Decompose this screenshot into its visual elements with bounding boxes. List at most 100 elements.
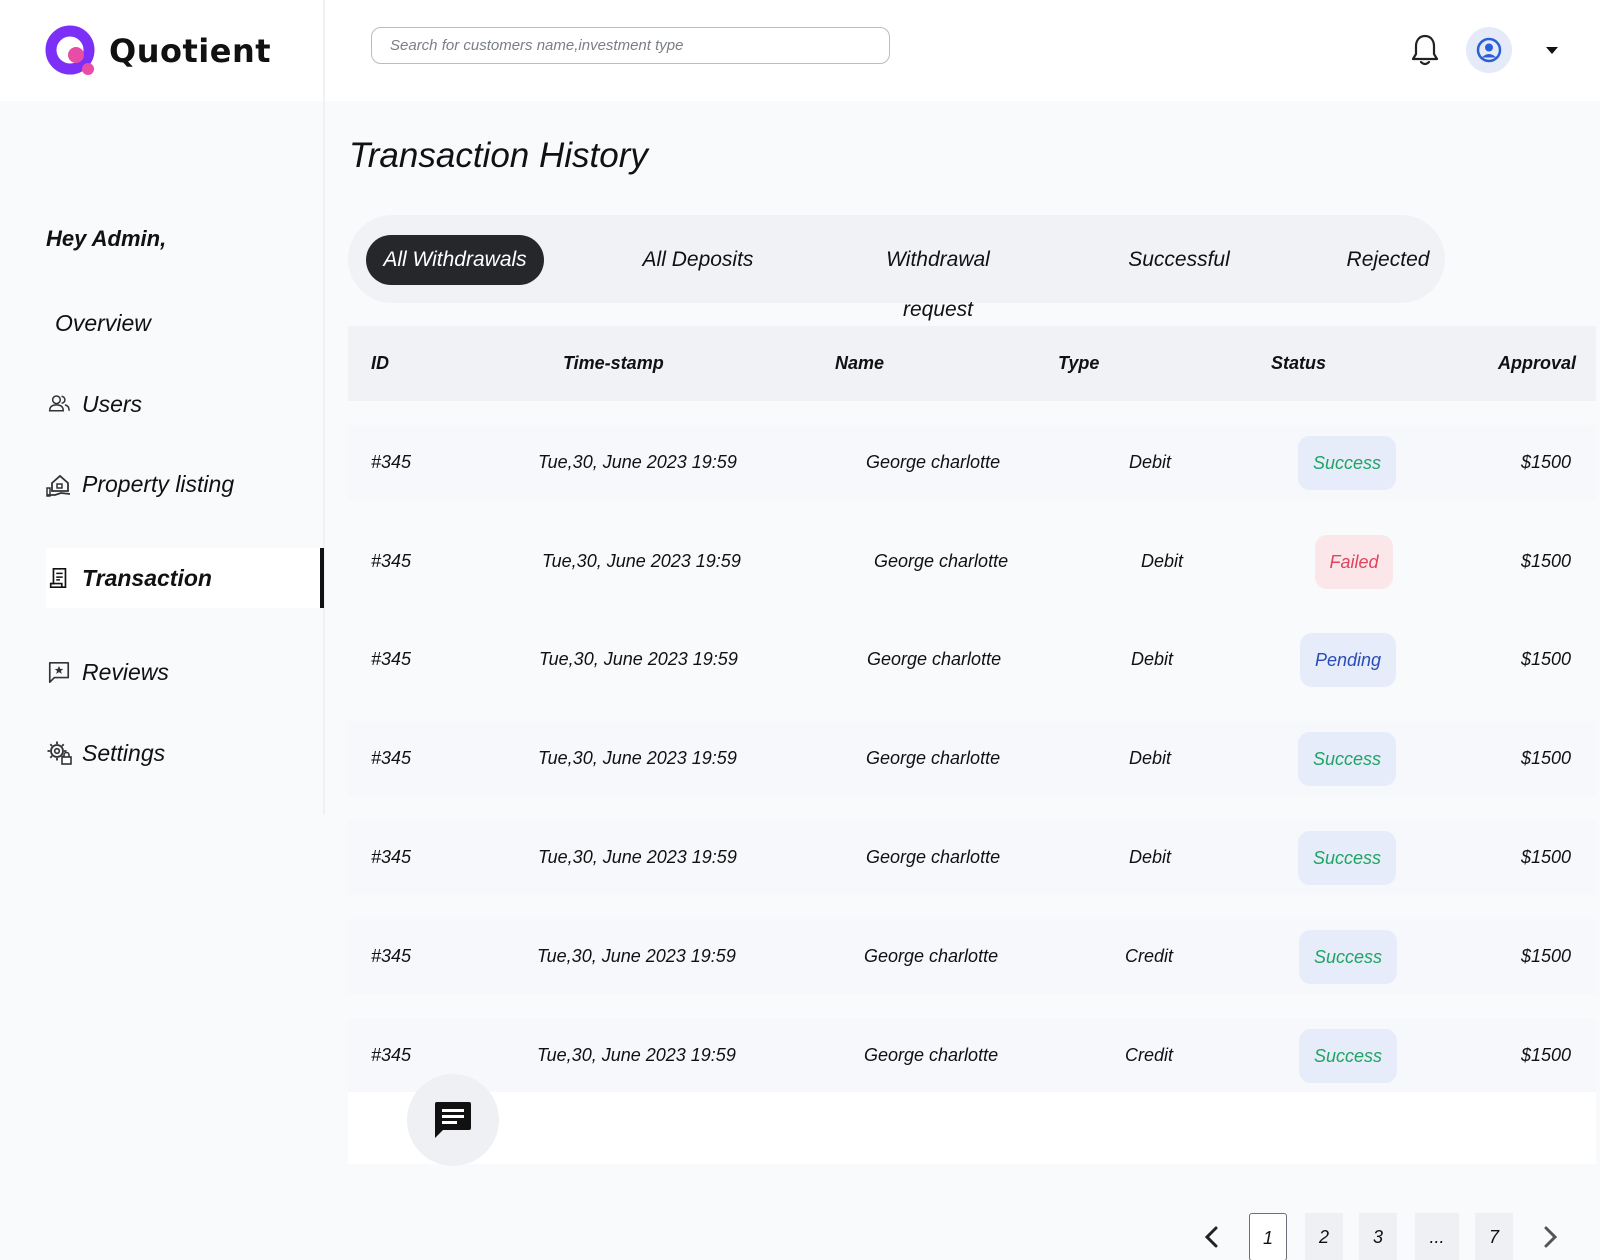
cell-name: George charlotte bbox=[866, 452, 1001, 472]
sidebar-item-label: Users bbox=[82, 390, 143, 417]
cell-type: Debit bbox=[1129, 748, 1172, 768]
sidebar-item-users[interactable]: Users bbox=[46, 374, 324, 434]
sidebar-item-label: Settings bbox=[82, 739, 166, 766]
pagination-next[interactable] bbox=[1538, 1222, 1564, 1252]
table-row[interactable]: #345 Tue,30, June 2023 19:59 George char… bbox=[348, 524, 1596, 599]
tab-withdrawal-request[interactable]: Withdrawal request bbox=[858, 235, 1018, 321]
chevron-right-icon bbox=[1544, 1226, 1558, 1248]
cell-type: Debit bbox=[1141, 551, 1184, 571]
status-badge: Success bbox=[1299, 930, 1397, 984]
status-badge: Success bbox=[1298, 436, 1396, 490]
table-row[interactable]: #345 Tue,30, June 2023 19:59 George char… bbox=[348, 721, 1596, 796]
cell-type: Debit bbox=[1131, 649, 1174, 669]
cell-name: George charlotte bbox=[864, 1045, 999, 1065]
chat-button[interactable] bbox=[407, 1074, 499, 1166]
cell-approval: $1500 bbox=[1521, 946, 1572, 966]
gear-lock-icon bbox=[46, 740, 72, 766]
table-row[interactable]: #345 Tue,30, June 2023 19:59 George char… bbox=[348, 919, 1596, 994]
column-header-approval[interactable]: Approval bbox=[1498, 326, 1576, 401]
cell-id: #345 bbox=[371, 847, 412, 867]
pagination-prev[interactable] bbox=[1198, 1222, 1224, 1252]
column-header-type[interactable]: Type bbox=[1058, 326, 1099, 401]
greeting: Hey Admin, bbox=[46, 226, 167, 251]
transaction-table: ID Time-stamp Name Type Status Approval bbox=[348, 326, 1596, 401]
house-hand-icon bbox=[46, 471, 72, 497]
cell-name: George charlotte bbox=[874, 551, 1009, 571]
cell-id: #345 bbox=[371, 452, 412, 472]
page-button-7[interactable]: 7 bbox=[1475, 1213, 1513, 1260]
sidebar-item-overview[interactable]: Overview bbox=[55, 293, 333, 353]
table-row[interactable]: #345 Tue,30, June 2023 19:59 George char… bbox=[348, 1018, 1596, 1093]
chat-message-icon bbox=[435, 1102, 471, 1138]
quotient-logo-icon bbox=[45, 25, 95, 75]
cell-timestamp: Tue,30, June 2023 19:59 bbox=[538, 452, 737, 472]
page-button-3[interactable]: 3 bbox=[1359, 1213, 1397, 1260]
page-button-1[interactable]: 1 bbox=[1249, 1213, 1287, 1260]
cell-id: #345 bbox=[371, 748, 412, 768]
cell-name: George charlotte bbox=[866, 847, 1001, 867]
sidebar-item-transaction[interactable]: Transaction bbox=[46, 548, 324, 608]
tab-all-deposits[interactable]: All Deposits bbox=[636, 235, 760, 285]
tab-rejected[interactable]: Rejected bbox=[1342, 235, 1434, 285]
cell-id: #345 bbox=[371, 1045, 412, 1065]
status-badge: Failed bbox=[1315, 535, 1393, 589]
sidebar-item-reviews[interactable]: Reviews bbox=[46, 642, 324, 702]
table-footer bbox=[348, 1092, 1596, 1164]
bell-icon[interactable] bbox=[1410, 33, 1440, 67]
status-badge: Success bbox=[1299, 1029, 1397, 1083]
top-bar: Quotient bbox=[0, 0, 1600, 101]
sidebar-item-settings[interactable]: Settings bbox=[46, 723, 324, 783]
status-badge: Pending bbox=[1300, 633, 1396, 687]
cell-approval: $1500 bbox=[1521, 649, 1572, 669]
sidebar-item-label: Reviews bbox=[82, 658, 169, 685]
column-header-timestamp[interactable]: Time-stamp bbox=[563, 326, 664, 401]
sidebar-item-label: Overview bbox=[55, 309, 151, 336]
app-logo[interactable]: Quotient bbox=[45, 25, 271, 77]
cell-type: Credit bbox=[1125, 1045, 1174, 1065]
users-icon bbox=[46, 391, 72, 417]
search-bar[interactable] bbox=[371, 27, 890, 64]
page-ellipsis: ... bbox=[1415, 1213, 1459, 1260]
tab-all-withdrawals[interactable]: All Withdrawals bbox=[366, 235, 544, 285]
cell-timestamp: Tue,30, June 2023 19:59 bbox=[539, 649, 738, 669]
chevron-left-icon bbox=[1204, 1226, 1218, 1248]
cell-type: Debit bbox=[1129, 452, 1172, 472]
status-badge: Success bbox=[1298, 732, 1396, 786]
cell-type: Credit bbox=[1125, 946, 1174, 966]
column-header-name[interactable]: Name bbox=[835, 326, 884, 401]
cell-name: George charlotte bbox=[864, 946, 999, 966]
table-row[interactable]: #345 Tue,30, June 2023 19:59 George char… bbox=[348, 622, 1596, 697]
column-header-status[interactable]: Status bbox=[1271, 326, 1326, 401]
cell-timestamp: Tue,30, June 2023 19:59 bbox=[538, 748, 737, 768]
cell-approval: $1500 bbox=[1521, 1045, 1572, 1065]
sidebar-item-label: Property listing bbox=[82, 470, 235, 497]
caret-down-icon[interactable] bbox=[1546, 47, 1558, 54]
cell-approval: $1500 bbox=[1521, 748, 1572, 768]
receipt-icon bbox=[46, 565, 72, 591]
page-button-2[interactable]: 2 bbox=[1305, 1213, 1343, 1260]
cell-timestamp: Tue,30, June 2023 19:59 bbox=[537, 946, 736, 966]
cell-id: #345 bbox=[371, 551, 412, 571]
sidebar-item-property-listing[interactable]: Property listing bbox=[46, 454, 324, 514]
avatar[interactable] bbox=[1466, 27, 1512, 73]
cell-approval: $1500 bbox=[1521, 847, 1572, 867]
tab-successful[interactable]: Successful bbox=[1124, 235, 1234, 285]
status-badge: Success bbox=[1298, 831, 1396, 885]
table-row[interactable]: #345 Tue,30, June 2023 19:59 George char… bbox=[348, 820, 1596, 895]
cell-timestamp: Tue,30, June 2023 19:59 bbox=[542, 551, 741, 571]
cell-type: Debit bbox=[1129, 847, 1172, 867]
column-header-id[interactable]: ID bbox=[371, 326, 389, 401]
table-row[interactable]: #345 Tue,30, June 2023 19:59 George char… bbox=[348, 425, 1596, 500]
cell-id: #345 bbox=[371, 649, 412, 669]
page-title: Transaction History bbox=[349, 136, 648, 175]
user-circle-icon bbox=[1476, 37, 1502, 63]
cell-id: #345 bbox=[371, 946, 412, 966]
search-input[interactable] bbox=[372, 28, 889, 63]
cell-timestamp: Tue,30, June 2023 19:59 bbox=[537, 1045, 736, 1065]
cell-approval: $1500 bbox=[1521, 551, 1572, 571]
table-header: ID Time-stamp Name Type Status Approval bbox=[348, 326, 1596, 401]
cell-name: George charlotte bbox=[866, 748, 1001, 768]
cell-approval: $1500 bbox=[1521, 452, 1572, 472]
transaction-tabs: All Withdrawals All Deposits Withdrawal … bbox=[348, 215, 1445, 321]
sidebar-item-label: Transaction bbox=[82, 564, 212, 591]
